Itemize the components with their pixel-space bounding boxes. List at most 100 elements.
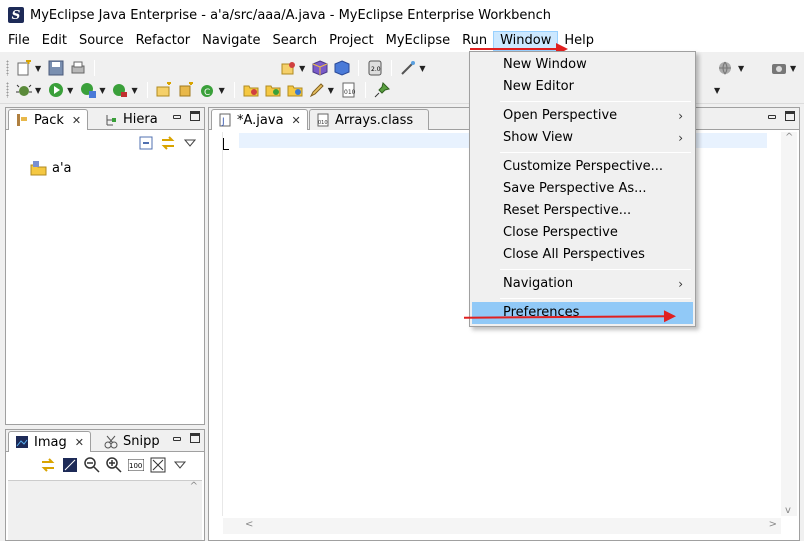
package-explorer-icon bbox=[15, 113, 29, 127]
menu-separator bbox=[500, 269, 691, 270]
view-menu-icon[interactable] bbox=[182, 135, 198, 151]
minimize-icon[interactable] bbox=[172, 433, 182, 443]
tab-snippets[interactable]: Snipp bbox=[98, 431, 166, 452]
menu-source[interactable]: Source bbox=[73, 31, 130, 51]
debug-icon[interactable] bbox=[16, 82, 32, 98]
external-tools-icon[interactable] bbox=[112, 82, 128, 98]
print-icon[interactable] bbox=[70, 60, 86, 76]
fit-image-icon[interactable] bbox=[62, 457, 78, 473]
maximize-icon[interactable] bbox=[785, 111, 795, 121]
open-folder-2-icon[interactable] bbox=[265, 82, 281, 98]
maximize-icon[interactable] bbox=[190, 433, 200, 443]
fit-window-icon[interactable] bbox=[150, 457, 166, 473]
menu-item-close-all-perspectives[interactable]: Close All Perspectives bbox=[472, 244, 693, 266]
new-dropdown-icon[interactable]: ▼ bbox=[35, 64, 41, 73]
menu-item-save-perspective-as[interactable]: Save Perspective As... bbox=[472, 178, 693, 200]
run-dropdown-icon[interactable]: ▼ bbox=[67, 86, 73, 95]
title-bar: S MyEclipse Java Enterprise - a'a/src/aa… bbox=[0, 0, 804, 30]
class-file-toolbar-icon[interactable]: 010 bbox=[341, 82, 357, 98]
nav-dropdown-icon[interactable]: ▼ bbox=[714, 86, 720, 95]
close-icon[interactable]: ✕ bbox=[72, 114, 81, 127]
globe-dropdown-icon[interactable]: ▼ bbox=[738, 64, 744, 73]
coverage-icon[interactable] bbox=[80, 82, 97, 98]
open-folder-icon[interactable] bbox=[243, 82, 259, 98]
globe-icon[interactable] bbox=[717, 60, 733, 76]
menu-item-close-perspective[interactable]: Close Perspective bbox=[472, 222, 693, 244]
tab-arrays-class[interactable]: 010 Arrays.class bbox=[309, 109, 429, 130]
pin-icon[interactable] bbox=[374, 82, 390, 98]
menu-item-new-window[interactable]: New Window bbox=[472, 54, 693, 76]
menu-navigate[interactable]: Navigate bbox=[196, 31, 266, 51]
coverage-dropdown-icon[interactable]: ▼ bbox=[99, 86, 105, 95]
menu-file[interactable]: File bbox=[0, 31, 36, 51]
menu-item-reset-perspective[interactable]: Reset Perspective... bbox=[472, 200, 693, 222]
minimize-icon[interactable] bbox=[767, 111, 777, 121]
new-icon[interactable] bbox=[16, 60, 32, 76]
menu-refactor[interactable]: Refactor bbox=[130, 31, 197, 51]
external-tools-dropdown-icon[interactable]: ▼ bbox=[131, 86, 137, 95]
open-type-icon[interactable] bbox=[280, 60, 296, 76]
maximize-icon[interactable] bbox=[190, 111, 200, 121]
menu-item-open-perspective[interactable]: Open Perspective › bbox=[472, 105, 693, 127]
tab-image-viewer[interactable]: Imag ✕ bbox=[8, 431, 91, 452]
actual-size-icon[interactable]: 100 bbox=[128, 457, 144, 473]
tab-hierarchy[interactable]: Hiera bbox=[98, 109, 164, 130]
editor-gutter bbox=[211, 132, 223, 516]
new-class-dropdown-icon[interactable]: ▼ bbox=[219, 86, 225, 95]
horizontal-scrollbar[interactable]: < > bbox=[223, 518, 781, 534]
menu-project[interactable]: Project bbox=[323, 31, 379, 51]
view-menu-icon[interactable] bbox=[172, 457, 188, 473]
cube-blue-icon[interactable] bbox=[334, 60, 350, 76]
pencil-icon[interactable] bbox=[309, 82, 325, 98]
tab-hierarchy-label: Hiera bbox=[123, 112, 158, 127]
tab-a-java[interactable]: J *A.java ✕ bbox=[211, 109, 308, 130]
menu-search[interactable]: Search bbox=[266, 31, 323, 51]
myeclipse-app-icon: S bbox=[8, 7, 24, 23]
new-java-project-icon[interactable] bbox=[156, 82, 172, 98]
open-type-dropdown-icon[interactable]: ▼ bbox=[299, 64, 305, 73]
menu-item-preferences[interactable]: Preferences bbox=[472, 302, 693, 324]
scroll-up-arrow-icon[interactable]: ^ bbox=[190, 481, 198, 492]
tab-package-explorer-label: Pack bbox=[34, 112, 64, 128]
menu-bar: File Edit Source Refactor Navigate Searc… bbox=[0, 30, 804, 52]
scroll-down-arrow-icon[interactable]: v bbox=[785, 505, 791, 516]
new-class-icon[interactable]: C bbox=[200, 82, 216, 98]
minimize-icon[interactable] bbox=[172, 111, 182, 121]
sync-icon[interactable] bbox=[40, 457, 56, 473]
menu-item-new-editor[interactable]: New Editor bbox=[472, 76, 693, 98]
open-folder-3-icon[interactable] bbox=[287, 82, 303, 98]
vertical-scrollbar[interactable]: ^ v bbox=[781, 132, 797, 516]
tab-package-explorer[interactable]: Pack ✕ bbox=[8, 109, 89, 130]
menu-item-show-view[interactable]: Show View › bbox=[472, 127, 693, 149]
menu-item-customize-perspective[interactable]: Customize Perspective... bbox=[472, 156, 693, 178]
java-project-icon bbox=[30, 160, 48, 176]
svg-text:2.0: 2.0 bbox=[371, 66, 381, 73]
zoom-out-icon[interactable] bbox=[84, 457, 100, 473]
camera-icon[interactable] bbox=[771, 60, 787, 76]
close-icon[interactable]: ✕ bbox=[75, 436, 84, 449]
save-icon[interactable] bbox=[48, 60, 64, 76]
scroll-up-arrow-icon[interactable]: ^ bbox=[785, 132, 793, 143]
server-icon[interactable]: 2.0 bbox=[367, 60, 383, 76]
link-with-editor-icon[interactable] bbox=[160, 135, 176, 151]
wand-dropdown-icon[interactable]: ▼ bbox=[419, 64, 425, 73]
tab-arrays-class-label: Arrays.class bbox=[335, 112, 414, 128]
wand-icon[interactable] bbox=[400, 60, 416, 76]
zoom-in-icon[interactable] bbox=[106, 457, 122, 473]
menu-myeclipse[interactable]: MyEclipse bbox=[380, 31, 457, 51]
scroll-right-arrow-icon[interactable]: > bbox=[769, 519, 777, 530]
close-icon[interactable]: ✕ bbox=[292, 114, 301, 127]
debug-dropdown-icon[interactable]: ▼ bbox=[35, 86, 41, 95]
scroll-left-arrow-icon[interactable]: < bbox=[245, 519, 253, 530]
svg-text:C: C bbox=[204, 88, 210, 98]
pencil-dropdown-icon[interactable]: ▼ bbox=[328, 86, 334, 95]
cube-icon[interactable] bbox=[312, 60, 328, 76]
run-icon[interactable] bbox=[48, 82, 64, 98]
camera-dropdown-icon[interactable]: ▼ bbox=[790, 64, 796, 73]
tree-item-project[interactable]: a'a bbox=[30, 160, 72, 176]
new-package-icon[interactable] bbox=[178, 82, 194, 98]
menu-edit[interactable]: Edit bbox=[36, 31, 73, 51]
menu-item-navigation[interactable]: Navigation › bbox=[472, 273, 693, 295]
collapse-all-icon[interactable] bbox=[138, 135, 154, 151]
image-viewer-panel: Imag ✕ Snipp 100 ^ bbox=[5, 429, 205, 541]
